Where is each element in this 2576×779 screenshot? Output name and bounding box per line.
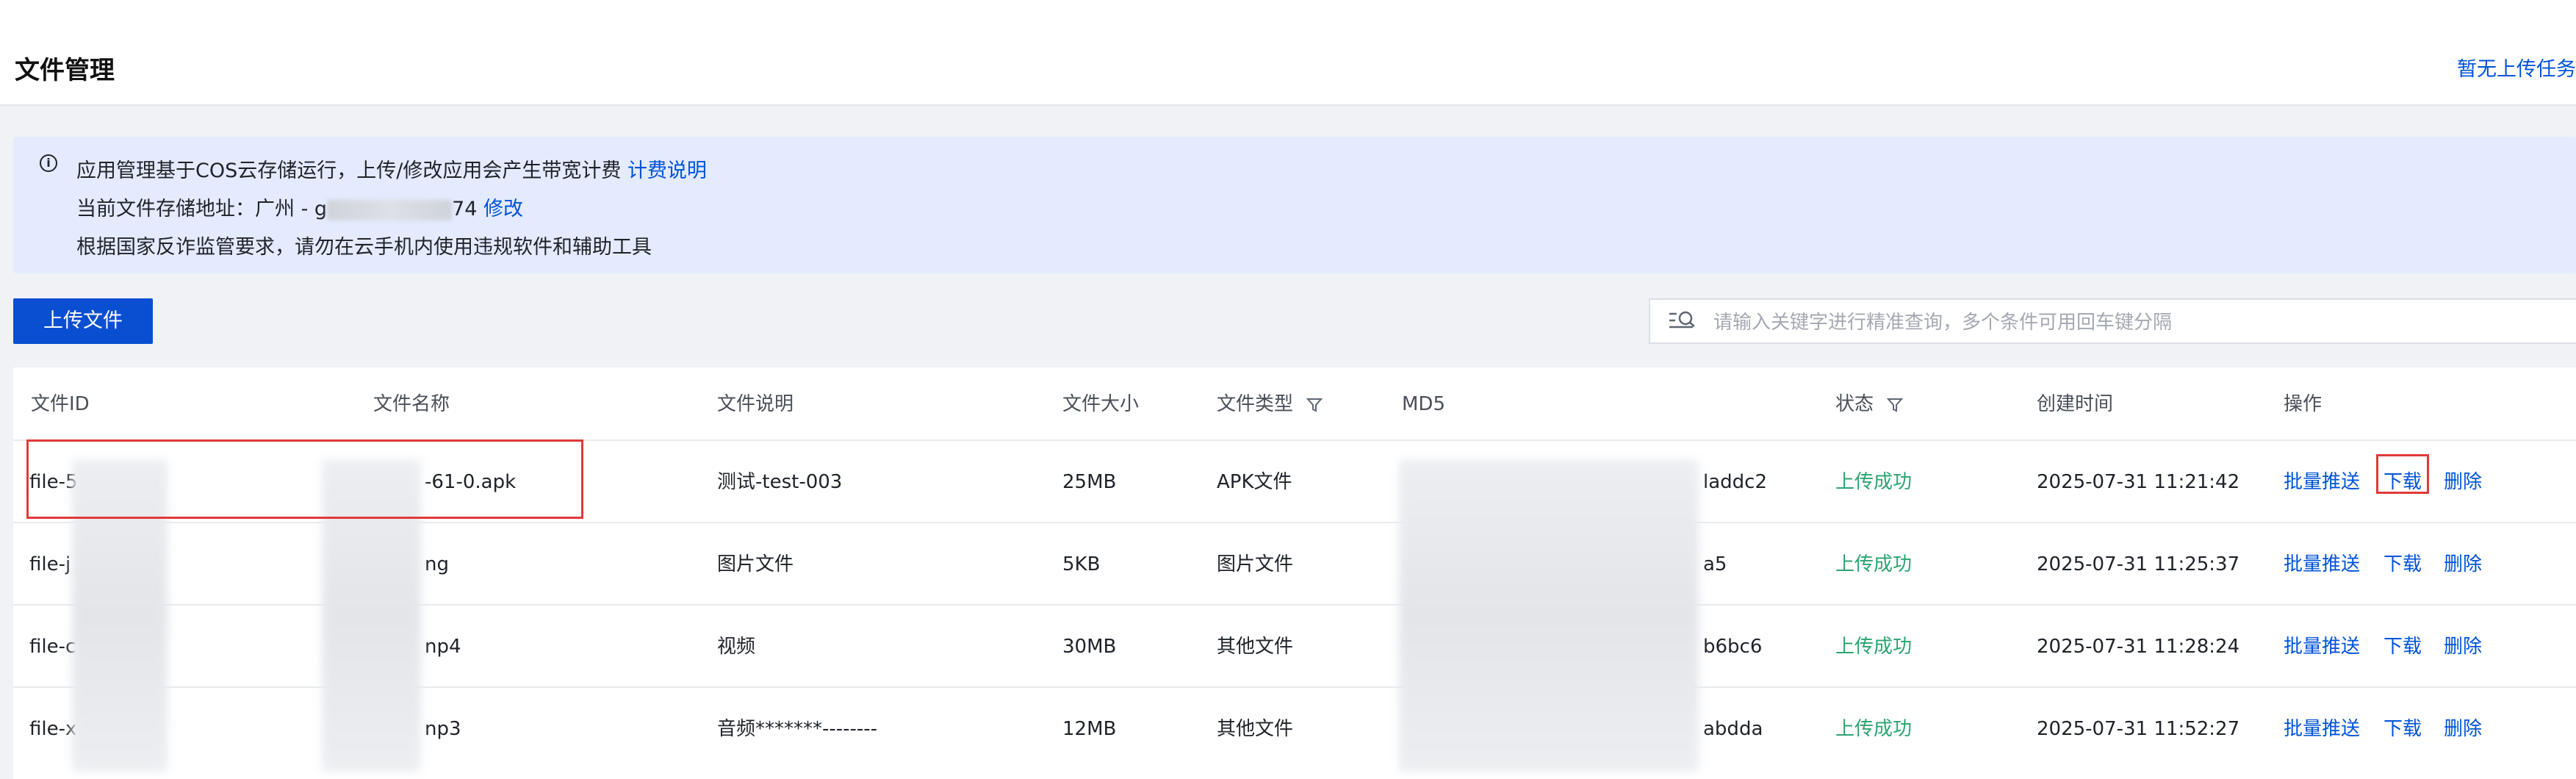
cell-description: 图片文件 [717,553,794,575]
header-file-name: 文件名称 [373,393,450,415]
cell-type: APK文件 [1217,471,1292,493]
cell-file-name: np3 [425,718,461,740]
cell-file-id: file-x [29,718,77,740]
cell-description: 测试-test-003 [717,471,843,493]
search-icon [1669,311,1695,329]
cell-status: 上传成功 [1835,636,1913,658]
page-title: 文件管理 [15,56,115,85]
notice-banner: i 应用管理基于COS云存储运行，上传/修改应用会产生带宽计费 计费说明 当前文… [13,137,2576,273]
search-box[interactable] [1649,298,2576,344]
delete-link[interactable]: 删除 [2444,441,2482,523]
cell-created: 2025-07-31 11:52:27 [2037,718,2240,740]
notice-billing-text: 应用管理基于COS云存储运行，上传/修改应用会产生带宽计费 [76,159,622,182]
header-bar: 文件管理 暂无上传任务 [0,0,2576,106]
file-table: 文件ID 文件名称 文件说明 文件大小 文件类型 MD5 状态 创建时间 操作 … [13,367,2576,779]
cell-type: 其他文件 [1217,718,1294,740]
cell-size: 25MB [1062,471,1117,493]
header-md5: MD5 [1402,393,1445,415]
cell-size: 30MB [1062,636,1117,658]
notice-line-storage: 当前文件存储地址：广州 - g 74 修改 [76,193,523,221]
header-status-label: 状态 [1835,393,1874,415]
notice-line-billing: 应用管理基于COS云存储运行，上传/修改应用会产生带宽计费 计费说明 [76,154,707,183]
modify-storage-link[interactable]: 修改 [483,198,523,220]
info-icon: i [40,154,57,172]
cell-size: 12MB [1062,718,1117,740]
billing-info-link[interactable]: 计费说明 [627,159,707,182]
cell-md5: abdda [1703,718,1763,740]
cell-description: 视频 [717,636,756,658]
cell-file-name: ng [425,553,449,575]
push-link[interactable]: 批量推送 [2284,606,2360,688]
cell-file-name: np4 [425,636,461,658]
notice-line-compliance: 根据国家反诈监管要求，请勿在云手机内使用违规软件和辅助工具 [76,236,652,259]
cell-status: 上传成功 [1835,471,1913,493]
header-created: 创建时间 [2037,393,2114,415]
cell-created: 2025-07-31 11:25:37 [2037,553,2240,575]
cell-md5: a5 [1703,553,1727,575]
storage-address-prefix: 当前文件存储地址：广州 - g [76,198,328,220]
cell-md5: laddc2 [1703,471,1768,493]
header-description: 文件说明 [717,393,794,415]
redacted-md5-values [1399,459,1699,772]
cell-description: 音频*******-------- [717,718,878,740]
type-filter-icon[interactable] [1306,397,1323,413]
highlight-box-first-row [26,439,583,519]
cell-type: 图片文件 [1217,553,1294,575]
upload-file-button[interactable]: 上传文件 [13,298,153,344]
cell-md5: b6bc6 [1703,636,1763,658]
cell-file-id: file-j [29,553,71,575]
download-link[interactable]: 下载 [2383,688,2422,770]
push-link[interactable]: 批量推送 [2284,441,2360,523]
header-type[interactable]: 文件类型 [1217,367,1323,441]
upload-tasks-link[interactable]: 暂无上传任务 [2457,53,2576,82]
cell-status: 上传成功 [1835,718,1913,740]
push-link[interactable]: 批量推送 [2284,523,2360,606]
cell-created: 2025-07-31 11:21:42 [2037,471,2240,493]
download-link[interactable]: 下载 [2383,606,2422,688]
push-link[interactable]: 批量推送 [2284,688,2360,770]
status-filter-icon[interactable] [1887,397,1904,413]
cell-created: 2025-07-31 11:28:24 [2037,636,2240,658]
header-file-id: 文件ID [31,393,90,415]
header-size: 文件大小 [1062,393,1140,415]
delete-link[interactable]: 删除 [2444,523,2482,606]
search-input[interactable] [1712,307,2560,338]
cell-type: 其他文件 [1217,636,1294,658]
delete-link[interactable]: 删除 [2444,606,2482,688]
redacted-storage-id [327,199,453,220]
cell-size: 5KB [1062,553,1101,575]
header-type-label: 文件类型 [1217,393,1294,415]
highlight-box-download [2376,454,2429,494]
download-link[interactable]: 下载 [2383,523,2422,606]
header-status[interactable]: 状态 [1835,367,1904,441]
delete-link[interactable]: 删除 [2444,688,2482,770]
cell-status: 上传成功 [1835,553,1913,575]
header-actions: 操作 [2284,393,2323,415]
storage-address-suffix: 74 [452,198,478,220]
cell-file-id: file-c [29,636,76,658]
